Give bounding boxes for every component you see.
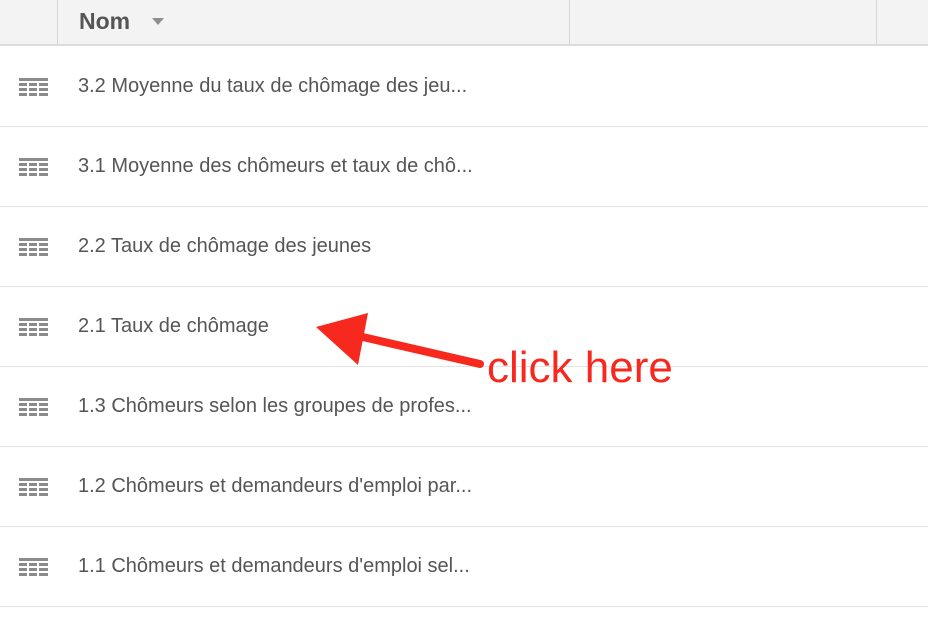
- caret-down-icon[interactable]: [152, 18, 164, 25]
- table-icon: [19, 478, 48, 496]
- dataset-name[interactable]: 2.2 Taux de chômage des jeunes: [78, 235, 371, 258]
- table-row[interactable]: 2.2 Taux de chômage des jeunes: [0, 207, 928, 287]
- dataset-name[interactable]: 1.2 Chômeurs et demandeurs d'emploi par.…: [78, 475, 472, 498]
- table-icon: [19, 238, 48, 256]
- dataset-name[interactable]: 3.2 Moyenne du taux de chômage des jeu..…: [78, 75, 467, 98]
- table-icon: [19, 398, 48, 416]
- table-row[interactable]: 1.1 Chômeurs et demandeurs d'emploi sel.…: [0, 527, 928, 607]
- table-icon: [19, 318, 48, 336]
- dataset-name[interactable]: 1.1 Chômeurs et demandeurs d'emploi sel.…: [78, 555, 470, 578]
- table-row[interactable]: 3.1 Moyenne des chômeurs et taux de chô.…: [0, 127, 928, 207]
- table-icon: [19, 78, 48, 96]
- table-row[interactable]: 1.3 Chômeurs selon les groupes de profes…: [0, 367, 928, 447]
- header-column-2: [570, 0, 877, 44]
- annotation-label: click here: [487, 343, 673, 392]
- table-icon: [19, 558, 48, 576]
- table-icon: [19, 158, 48, 176]
- header-name-column[interactable]: Nom: [58, 0, 570, 44]
- dataset-list-page: Nom 3.2 Moyenne du taux de chômage des j…: [0, 0, 928, 630]
- header-icon-column: [0, 0, 58, 44]
- dataset-name[interactable]: 1.3 Chômeurs selon les groupes de profes…: [78, 395, 472, 418]
- table-body: 3.2 Moyenne du taux de chômage des jeu..…: [0, 47, 928, 607]
- table-row[interactable]: 3.2 Moyenne du taux de chômage des jeu..…: [0, 47, 928, 127]
- dataset-name[interactable]: 2.1 Taux de chômage: [78, 315, 269, 338]
- header-column-3: [877, 0, 928, 44]
- table-row[interactable]: 2.1 Taux de chômage: [0, 287, 928, 367]
- dataset-name[interactable]: 3.1 Moyenne des chômeurs et taux de chô.…: [78, 155, 473, 178]
- table-row[interactable]: 1.2 Chômeurs et demandeurs d'emploi par.…: [0, 447, 928, 527]
- header-name-label[interactable]: Nom: [79, 8, 130, 35]
- table-header: Nom: [0, 0, 928, 46]
